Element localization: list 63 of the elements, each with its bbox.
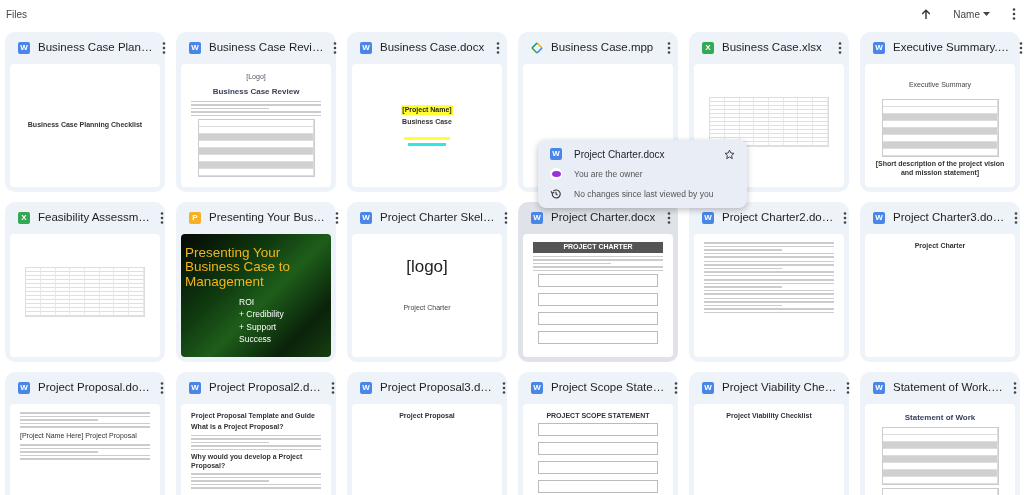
- file-type-icon: W: [189, 42, 201, 54]
- file-type-icon: W: [531, 382, 543, 394]
- file-type-icon: P: [189, 212, 201, 224]
- file-name: Executive Summary.…: [893, 40, 1010, 56]
- file-name: Business Case Revi…: [209, 40, 324, 56]
- more-options-button[interactable]: [665, 210, 673, 226]
- file-name: Project Charter3.do…: [893, 210, 1005, 226]
- file-name: Project Proposal2.d…: [209, 380, 321, 396]
- more-options-button[interactable]: [665, 40, 673, 56]
- file-name: Project Charter Skel…: [380, 210, 495, 226]
- file-name: Project Scope State…: [551, 380, 665, 396]
- slide-bullet: Success: [238, 333, 273, 346]
- file-type-icon: W: [18, 42, 30, 54]
- history-icon: [550, 188, 562, 200]
- more-options-button[interactable]: [836, 40, 844, 56]
- file-type-icon: X: [18, 212, 30, 224]
- file-name: Project Charter2.do…: [722, 210, 834, 226]
- owner-text: You are the owner: [574, 167, 643, 181]
- file-type-icon: W: [189, 382, 201, 394]
- slide-bullet: ROI: [238, 296, 256, 309]
- more-options-button[interactable]: [1010, 6, 1018, 22]
- file-type-icon: W: [702, 382, 714, 394]
- sort-button[interactable]: Name: [949, 6, 994, 22]
- preview-title: Business Case Review: [212, 85, 300, 98]
- file-name: Project Viability Che…: [722, 380, 837, 396]
- file-name: Project Charter.docx: [551, 210, 657, 226]
- file-name: Business Case.docx: [380, 40, 486, 56]
- file-type-icon: W: [702, 212, 714, 224]
- avatar-icon: [550, 168, 562, 180]
- slide-bullet: + Support: [238, 320, 278, 334]
- popup-file-name: Project Charter.docx: [574, 147, 666, 162]
- more-options-button[interactable]: [1017, 40, 1024, 56]
- file-type-icon: X: [702, 42, 714, 54]
- file-type-icon: W: [550, 148, 562, 160]
- diamond-icon: [531, 42, 543, 54]
- file-card[interactable]: X Feasibility Assessm…: [5, 202, 165, 362]
- file-name: Presenting Your Bus…: [209, 210, 325, 226]
- highlight-bars-drawing: [404, 137, 450, 147]
- section-title: Files: [6, 7, 28, 22]
- more-options-button[interactable]: [494, 40, 502, 56]
- file-name: Project Proposal3.d…: [380, 380, 492, 396]
- preview-logo-text: [logo]: [406, 256, 448, 278]
- caret-icon: [983, 12, 990, 16]
- file-type-icon: W: [531, 212, 543, 224]
- file-card[interactable]: P Presenting Your Bus… Presenting Your Business Case to Management ROI + Credibility + Support Success: [176, 202, 336, 362]
- slide-bullet: + Credibility: [238, 308, 285, 321]
- file-name: Business Case Plan…: [38, 40, 153, 56]
- file-card[interactable]: W Statement of Work.… Statement of Work: [860, 372, 1020, 495]
- file-name: Business Case.xlsx: [722, 40, 823, 56]
- file-name: Business Case.mpp: [551, 40, 655, 56]
- file-type-icon: W: [360, 42, 372, 54]
- file-type-icon: W: [873, 212, 885, 224]
- slide-title: Presenting Your Business Case to Management: [185, 245, 292, 291]
- file-name: Statement of Work.…: [893, 380, 1003, 396]
- file-name: Feasibility Assessm…: [38, 210, 150, 226]
- file-type-icon: W: [18, 382, 30, 394]
- file-card[interactable]: W Project Charter2.do…: [689, 202, 849, 362]
- preview-title: Statement of Work: [904, 412, 976, 424]
- file-type-icon: W: [873, 42, 885, 54]
- file-type-icon: W: [873, 382, 885, 394]
- file-type-icon: W: [360, 382, 372, 394]
- file-name: Project Proposal.do…: [38, 380, 150, 396]
- file-type-icon: W: [360, 212, 372, 224]
